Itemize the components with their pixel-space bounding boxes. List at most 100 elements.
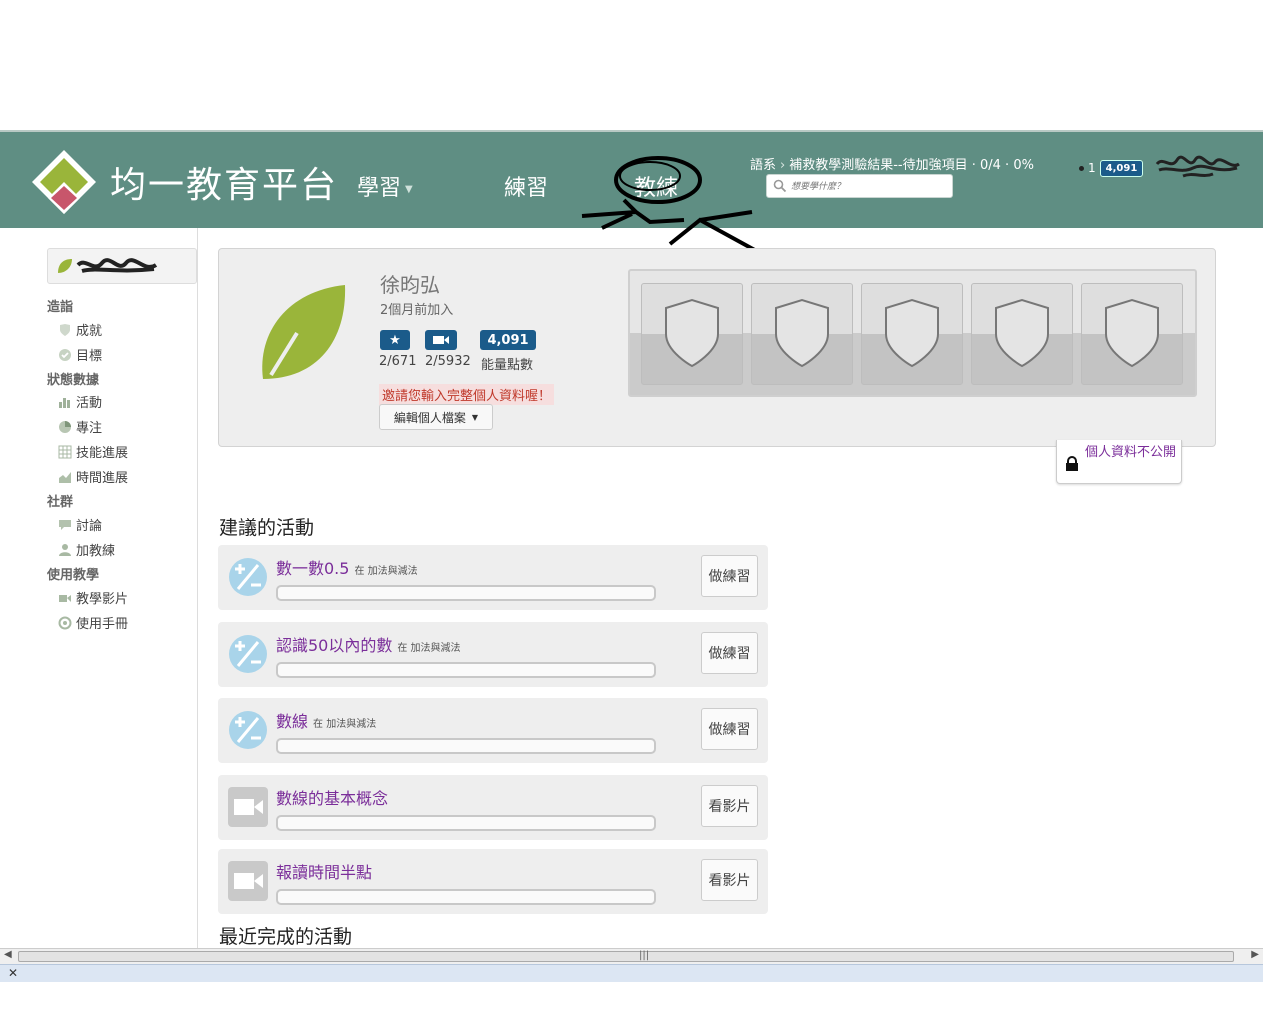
plus-minus-icon xyxy=(229,558,267,596)
activity-title-text: 報讀時間半點 xyxy=(276,863,373,882)
edit-profile-label: 編輯個人檔案 xyxy=(393,410,466,425)
nav-practice[interactable]: 練習 xyxy=(504,170,548,202)
close-icon[interactable]: ✕ xyxy=(8,966,18,980)
sidebar-item-achievements[interactable]: 成就 xyxy=(58,320,102,339)
edit-profile-button[interactable]: 編輯個人檔案 ▼ xyxy=(379,404,493,430)
shield-icon xyxy=(885,298,939,368)
activity-item: 數一數0.5 在 加法與減法 做練習 xyxy=(218,545,768,610)
sidebar-profile[interactable] xyxy=(47,248,197,284)
scroll-left-icon[interactable]: ◀ xyxy=(4,949,12,960)
watch-video-button[interactable]: 看影片 xyxy=(701,859,758,901)
activity-topic: 在 加法與減法 xyxy=(354,566,418,577)
left-sidebar: 造詣 成就 目標 狀態數據 活動 專注 技能進展 時間進展 社群 討論 加教練 … xyxy=(0,228,198,948)
scrollbar-thumb[interactable]: ||| xyxy=(18,950,1234,962)
sidebar-item-tutorial-videos[interactable]: 教學影片 xyxy=(58,588,128,607)
grid-icon xyxy=(58,445,72,458)
sidebar-item-label: 討論 xyxy=(76,519,103,534)
recommended-title: 建議的活動 xyxy=(219,517,315,539)
sidebar-item-label: 時間進展 xyxy=(76,471,129,486)
badge-slot[interactable] xyxy=(641,283,743,385)
video-camera-icon xyxy=(228,861,268,901)
sidebar-item-label: 成就 xyxy=(76,324,103,339)
privacy-toggle[interactable]: 個人資料不公開 xyxy=(1056,440,1182,484)
grip-icon: ||| xyxy=(639,950,650,961)
sidebar-section-community: 社群 xyxy=(47,495,74,510)
logo-icon[interactable] xyxy=(30,148,98,216)
avatar-leaf-icon xyxy=(262,285,346,379)
sidebar-section-stats: 狀態數據 xyxy=(47,373,100,388)
sidebar-section-tutorials: 使用教學 xyxy=(47,568,100,583)
streak-icon xyxy=(1079,165,1084,171)
horizontal-scrollbar[interactable]: ◀ ||| ▶ xyxy=(0,948,1263,964)
activity-item: 數線的基本概念 看影片 xyxy=(218,775,768,840)
redacted-name-scribble xyxy=(76,258,158,273)
activity-title[interactable]: 數一數0.5 在 加法與減法 xyxy=(276,555,418,579)
do-exercise-button[interactable]: 做練習 xyxy=(701,632,758,674)
chevron-down-icon: ▼ xyxy=(405,183,413,195)
activity-title[interactable]: 認識50以內的數在 加法與減法 xyxy=(276,632,461,656)
profile-card: 徐昀弘 2個月前加入 ★ 4,091 2/671 2/5932 能量點數 邀請您… xyxy=(218,248,1216,447)
hand-drawn-annotation xyxy=(581,156,763,256)
plus-minus-icon xyxy=(229,711,267,749)
sidebar-item-activity[interactable]: 活動 xyxy=(58,392,102,411)
sidebar-item-goals[interactable]: 目標 xyxy=(58,345,102,364)
badge-display[interactable] xyxy=(628,269,1197,397)
activity-title-text: 數一數0.5 xyxy=(276,559,350,578)
bar-chart-icon xyxy=(59,397,70,408)
do-exercise-button[interactable]: 做練習 xyxy=(701,555,758,597)
sidebar-item-focus[interactable]: 專注 xyxy=(58,417,102,436)
lock-icon xyxy=(1066,456,1078,471)
profile-warning[interactable]: 邀請您輸入完整個人資料喔！ xyxy=(379,384,555,405)
activity-title-text: 數線 xyxy=(276,712,309,731)
sidebar-item-time-progress[interactable]: 時間進展 xyxy=(58,467,128,486)
scroll-right-icon[interactable]: ▶ xyxy=(1251,949,1259,960)
sidebar-item-discussion[interactable]: 討論 xyxy=(58,515,102,534)
nav-learn-label: 學習 xyxy=(357,176,402,201)
breadcrumb-mission[interactable]: 補救教學測驗結果--待加強項目 · 0/4 · 0% xyxy=(789,158,1034,173)
lifebuoy-icon xyxy=(58,616,72,629)
privacy-label: 個人資料不公開 xyxy=(1085,445,1177,460)
do-exercise-button[interactable]: 做練習 xyxy=(701,708,758,750)
sidebar-item-skill-progress[interactable]: 技能進展 xyxy=(58,442,128,461)
shield-icon xyxy=(665,298,719,368)
breadcrumb-separator: › xyxy=(780,158,786,173)
activity-item: 報讀時間半點 看影片 xyxy=(218,849,768,914)
sidebar-item-user-manual[interactable]: 使用手冊 xyxy=(58,613,128,632)
sidebar-item-label: 專注 xyxy=(76,421,103,436)
badge-slot[interactable] xyxy=(751,283,853,385)
breadcrumb: 語系 › 補救教學測驗結果--待加強項目 · 0/4 · 0% xyxy=(750,154,1034,173)
sidebar-item-add-coach[interactable]: 加教練 xyxy=(58,540,115,559)
status-bar: ✕ xyxy=(0,964,1263,982)
area-chart-icon xyxy=(59,471,71,483)
profile-joined: 2個月前加入 xyxy=(380,303,454,318)
badge-slot[interactable] xyxy=(861,283,963,385)
activity-title[interactable]: 報讀時間半點 xyxy=(276,859,372,883)
nav-learn[interactable]: 學習 ▼ xyxy=(357,170,413,202)
video-camera-icon xyxy=(228,787,268,827)
sidebar-item-label: 目標 xyxy=(76,349,103,364)
sidebar-item-label: 使用手冊 xyxy=(76,617,129,632)
shield-icon xyxy=(775,298,829,368)
points-badge: 4,091 xyxy=(1099,159,1144,177)
badge-slot[interactable] xyxy=(971,283,1073,385)
sidebar-section-accomplishments: 造詣 xyxy=(47,300,74,315)
user-stats[interactable]: 1 4,091 xyxy=(1079,154,1243,182)
video-icon xyxy=(425,330,457,350)
search-box[interactable] xyxy=(766,174,953,198)
recent-activities-title: 最近完成的活動 xyxy=(219,926,353,948)
redacted-username-scribble xyxy=(1156,155,1241,178)
sidebar-item-label: 技能進展 xyxy=(76,446,129,461)
watch-video-button[interactable]: 看影片 xyxy=(701,785,758,827)
badge-slot[interactable] xyxy=(1081,283,1183,385)
activity-title[interactable]: 數線在 加法與減法 xyxy=(276,708,376,732)
activity-title[interactable]: 數線的基本概念 xyxy=(276,785,388,809)
search-input[interactable] xyxy=(791,178,941,194)
activity-item: 認識50以內的數在 加法與減法 做練習 xyxy=(218,622,768,687)
shield-icon xyxy=(60,323,70,336)
sidebar-item-label: 加教練 xyxy=(76,544,116,559)
pie-chart-icon xyxy=(59,420,71,433)
logo-text[interactable]: 均一教育平台 xyxy=(110,156,338,208)
progress-bar xyxy=(276,662,656,678)
progress-bar xyxy=(276,889,656,905)
progress-bar xyxy=(276,738,656,754)
